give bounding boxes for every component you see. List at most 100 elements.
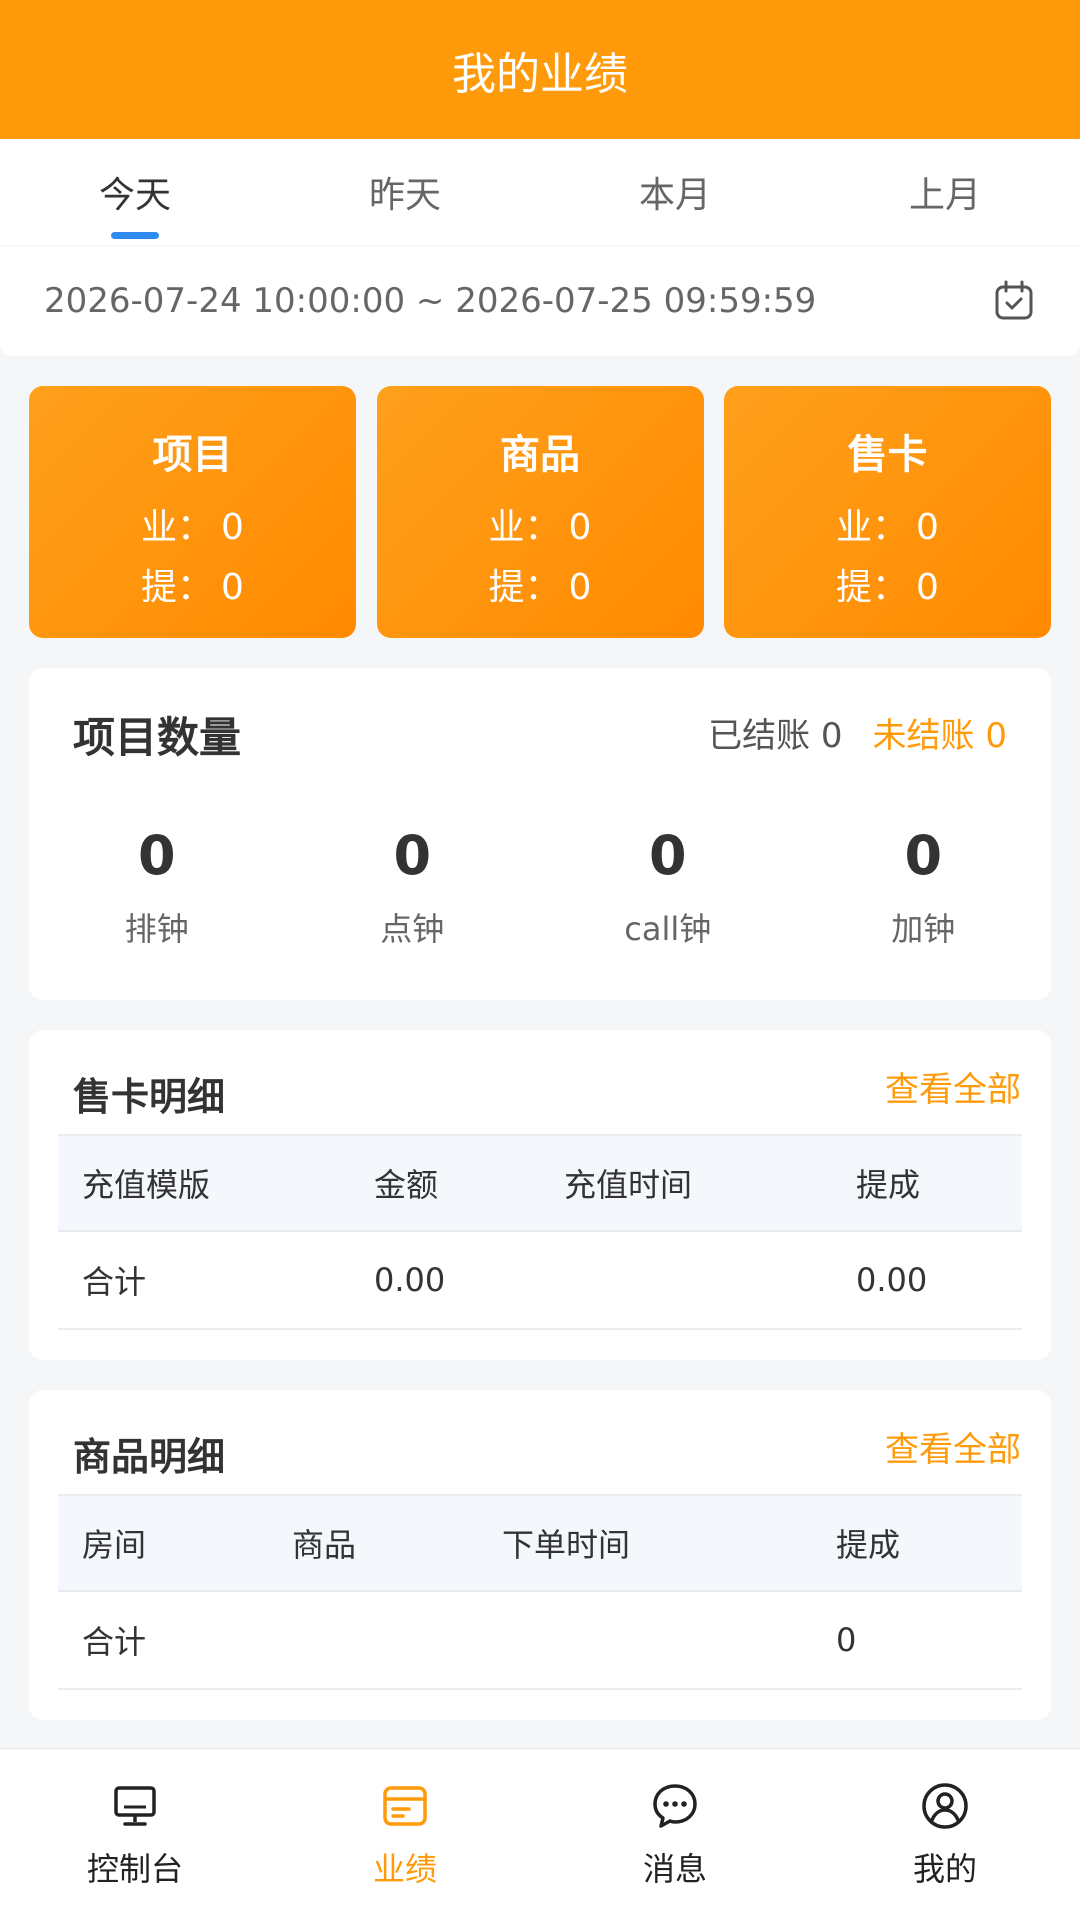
column-header: 提成 [836, 1526, 901, 1564]
performance-label: 业： [141, 507, 214, 548]
section-title: 售卡明细 [73, 1075, 226, 1119]
table-cell: 合计 [82, 1623, 147, 1661]
table-cell: 0.00 [856, 1261, 928, 1299]
stat-commission-row: 提： 0 [141, 558, 244, 618]
column-header: 充值模版 [82, 1166, 211, 1204]
project-quantity-panel: 项目数量 已结账 0 未结账 0 0 排钟 0 点钟 0 call钟 0 加钟 [29, 668, 1051, 1000]
tabbar-label: 消息 [642, 1849, 707, 1888]
view-all-link[interactable]: 查看全部 [885, 1062, 1021, 1111]
quantity-grid: 0 排钟 0 点钟 0 call钟 0 加钟 [29, 818, 1051, 950]
stat-card-title: 项目 [152, 432, 233, 478]
column-header: 房间 [82, 1526, 147, 1564]
commission-value: 0 [221, 567, 244, 608]
settled-label: 已结账 [708, 716, 811, 756]
card-sales-detail-panel: 售卡明细 查看全部 充值模版 金额 充值时间 提成 合计 0.00 0.00 [29, 1030, 1051, 1360]
period-tabs: 今天 昨天 本月 上月 [0, 139, 1080, 245]
tabbar-item-mine[interactable]: 我的 [810, 1749, 1080, 1920]
tab-last-month[interactable]: 上月 [810, 139, 1080, 245]
app-header: 我的业绩 [0, 0, 1080, 139]
tab-label: 今天 [98, 175, 171, 216]
commission-value: 0 [916, 567, 939, 608]
performance-value: 0 [916, 507, 939, 548]
table-header-row: 房间 商品 下单时间 提成 [58, 1494, 1022, 1592]
settled-count: 已结账 0 [708, 708, 842, 757]
commission-label: 提： [488, 567, 561, 608]
quantity-item-call: 0 call钟 [540, 818, 796, 950]
column-header: 商品 [292, 1526, 357, 1564]
section-title: 商品明细 [73, 1435, 226, 1479]
tabbar-label: 我的 [912, 1849, 977, 1888]
stat-performance-row: 业： 0 [489, 498, 592, 558]
table-cell: 0 [836, 1621, 857, 1659]
stat-card-project[interactable]: 项目 业： 0 提： 0 [29, 386, 356, 638]
tab-today[interactable]: 今天 [0, 139, 270, 245]
view-all-link[interactable]: 查看全部 [885, 1422, 1021, 1471]
quantity-value: 0 [904, 824, 943, 887]
section-title: 项目数量 [73, 713, 242, 762]
stat-card-card-sales[interactable]: 售卡 业： 0 提： 0 [724, 386, 1051, 638]
stat-performance-row: 业： 0 [141, 498, 244, 558]
user-circle-icon [922, 1782, 968, 1829]
quantity-label: 加钟 [891, 910, 956, 948]
stat-card-title: 售卡 [847, 432, 928, 478]
unsettled-label: 未结账 [872, 716, 975, 756]
table-total-row: 合计 0.00 0.00 [58, 1232, 1022, 1330]
settlement-status: 已结账 0 未结账 0 [708, 708, 1007, 757]
table-total-row: 合计 0 [58, 1592, 1022, 1690]
quantity-label: call钟 [624, 910, 712, 948]
column-header: 提成 [856, 1166, 921, 1204]
quantity-label: 点钟 [380, 910, 445, 948]
tabbar-item-messages[interactable]: 消息 [540, 1749, 810, 1920]
active-tab-indicator [111, 232, 159, 239]
performance-value: 0 [568, 507, 592, 548]
column-header: 下单时间 [502, 1526, 631, 1564]
quantity-value: 0 [137, 824, 176, 887]
tab-yesterday[interactable]: 昨天 [270, 139, 540, 245]
performance-label: 业： [836, 507, 909, 548]
date-range-bar: 2026-07-24 10:00:00 ~ 2026-07-25 09:59:5… [0, 246, 1080, 356]
card-sales-table: 充值模版 金额 充值时间 提成 合计 0.00 0.00 [58, 1134, 1022, 1330]
quantity-item-extra: 0 加钟 [796, 818, 1052, 950]
monitor-icon [114, 1785, 156, 1826]
settled-value: 0 [820, 716, 843, 756]
tab-this-month[interactable]: 本月 [540, 139, 810, 245]
tab-label: 昨天 [368, 175, 441, 216]
stat-card-goods[interactable]: 商品 业： 0 提： 0 [376, 386, 704, 638]
tab-label: 上月 [908, 175, 981, 216]
tabbar-item-performance[interactable]: 业绩 [270, 1749, 540, 1920]
table-cell: 0.00 [374, 1261, 446, 1299]
goods-detail-panel: 商品明细 查看全部 房间 商品 下单时间 提成 合计 0 [29, 1390, 1051, 1720]
tabbar-item-console[interactable]: 控制台 [0, 1749, 270, 1920]
quantity-value: 0 [648, 824, 687, 887]
stat-commission-row: 提： 0 [489, 558, 592, 618]
commission-label: 提： [836, 567, 909, 608]
chat-bubble-icon [653, 1783, 697, 1828]
quantity-item-requested: 0 点钟 [285, 818, 541, 950]
quantity-value: 0 [393, 824, 432, 887]
performance-label: 业： [488, 507, 561, 548]
tab-label: 本月 [638, 175, 711, 216]
wallet-card-icon [383, 1785, 427, 1826]
unsettled-value: 0 [985, 716, 1007, 756]
stat-card-title: 商品 [500, 432, 580, 478]
quantity-item-rotation: 0 排钟 [29, 818, 285, 950]
performance-value: 0 [221, 507, 244, 548]
calendar-icon[interactable] [992, 279, 1036, 323]
quantity-label: 排钟 [124, 910, 189, 948]
table-cell: 合计 [82, 1263, 147, 1301]
stat-performance-row: 业： 0 [836, 498, 939, 558]
unsettled-count: 未结账 0 [873, 708, 1007, 757]
goods-table: 房间 商品 下单时间 提成 合计 0 [58, 1494, 1022, 1690]
stat-cards: 项目 业： 0 提： 0 商品 业： 0 提： 0 售卡 业： 0 提： 0 [29, 386, 1051, 638]
stat-commission-row: 提： 0 [836, 558, 939, 618]
page-title: 我的业绩 [452, 48, 628, 100]
tabbar-label: 控制台 [86, 1849, 183, 1888]
date-range-text: 2026-07-24 10:00:00 ~ 2026-07-25 09:59:5… [44, 281, 817, 321]
commission-value: 0 [568, 567, 592, 608]
tabbar-label: 业绩 [372, 1849, 437, 1888]
table-header-row: 充值模版 金额 充值时间 提成 [58, 1134, 1022, 1232]
bottom-tab-bar: 控制台 业绩 消息 我的 [0, 1748, 1080, 1920]
column-header: 金额 [374, 1166, 439, 1204]
commission-label: 提： [141, 567, 214, 608]
column-header: 充值时间 [564, 1166, 693, 1204]
